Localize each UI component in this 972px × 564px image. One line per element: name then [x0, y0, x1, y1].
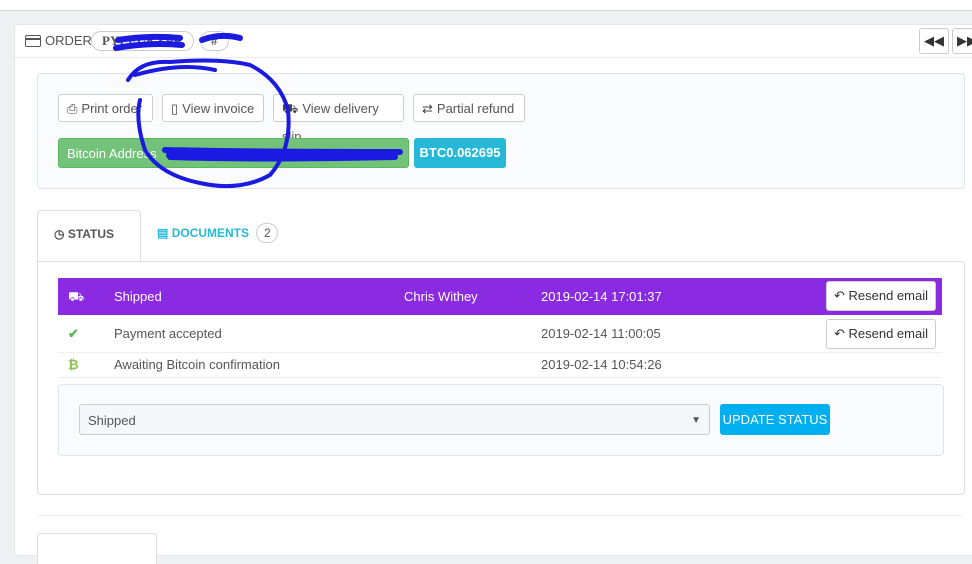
bottom-tab: [37, 533, 157, 564]
print-order-label: Print order: [81, 101, 143, 116]
order-nav: ◀◀ ▶▶: [919, 28, 972, 54]
order-tabs: ◷ STATUS 3 ▤ DOCUMENTS 2: [37, 210, 963, 290]
resend-email-label: Resend email: [848, 326, 929, 341]
file-icon: ▯: [171, 101, 179, 116]
history-date: 2019-02-14 11:00:05: [541, 326, 661, 341]
tab-documents[interactable]: ▤ DOCUMENTS 2: [157, 210, 279, 262]
partial-refund-button[interactable]: ⇄ Partial refund: [413, 94, 525, 122]
truck-icon: ⛟: [68, 289, 85, 304]
history-date: 2019-02-14 17:01:37: [541, 289, 662, 304]
divider: [37, 515, 963, 516]
credit-card-icon: [25, 34, 41, 47]
reply-icon: ↶: [833, 326, 845, 341]
update-status-button[interactable]: UPDATE STATUS: [720, 404, 830, 435]
table-row: ₿ Awaiting Bitcoin confirmation 2019-02-…: [58, 353, 942, 378]
order-actions-well: ⎙ Print order ▯ View invoice ⛟ View deliver…: [37, 73, 965, 189]
resend-email-label: Resend email: [848, 288, 929, 303]
tab-status-label: STATUS: [67, 227, 115, 241]
history-date: 2019-02-14 10:54:26: [541, 357, 662, 372]
history-status: Payment accepted: [114, 326, 222, 341]
status-update-form: Shipped ▼ UPDATE STATUS: [58, 384, 944, 456]
resend-email-button[interactable]: ↶ Resend email: [826, 319, 936, 349]
order-panel: ORDER PYEEUKYPR # ◀◀ ▶▶ ⎙Print order ▯Vi…: [14, 24, 972, 564]
print-order-button[interactable]: ⎙ Print order: [58, 94, 153, 122]
check-icon: ✔: [68, 326, 79, 341]
truck-icon: ⛟: [282, 101, 299, 116]
order-label: ORDER: [45, 33, 92, 48]
order-title: ORDER: [25, 33, 92, 48]
reply-icon: ↶: [833, 288, 845, 303]
order-number-badge: #: [200, 31, 229, 51]
caret-down-icon: ▼: [691, 415, 701, 426]
document-icon: ▤: [157, 226, 169, 240]
resend-email-button[interactable]: ↶ Resend email: [826, 281, 936, 311]
previous-order-button[interactable]: ◀◀: [919, 28, 949, 54]
order-reference-badge: PYEEUKYPR: [91, 31, 194, 51]
order-status-select[interactable]: Shipped ▼: [79, 404, 710, 435]
view-invoice-label: View invoice: [182, 101, 255, 116]
next-order-button[interactable]: ▶▶: [952, 28, 972, 54]
redacted-address: [166, 150, 367, 159]
partial-refund-label: Partial refund: [436, 101, 515, 116]
history-status: Shipped: [114, 289, 162, 304]
clock-icon: ◷: [54, 227, 65, 241]
printer-icon: ⎙: [67, 101, 78, 116]
bitcoin-icon: ₿: [68, 357, 79, 372]
bitcoin-address-label: Bitcoin Address: [67, 146, 157, 161]
exchange-icon: ⇄: [422, 101, 433, 116]
tab-documents-label: DOCUMENTS: [171, 226, 250, 240]
table-row: ✔ Payment accepted 2019-02-14 11:00:05 ↶…: [58, 316, 942, 353]
table-row: ⛟ Shipped Chris Withey 2019-02-14 17:01:…: [58, 278, 942, 315]
bitcoin-address-button[interactable]: Bitcoin Address: [58, 138, 409, 168]
bitcoin-amount-badge[interactable]: BTC0.062695: [414, 138, 506, 168]
top-strip: [0, 0, 972, 11]
history-employee: Chris Withey: [404, 289, 478, 304]
documents-count-badge: 2: [256, 223, 279, 243]
history-status: Awaiting Bitcoin confirmation: [114, 357, 280, 372]
tab-status[interactable]: ◷ STATUS 3: [37, 210, 141, 290]
order-header: ORDER PYEEUKYPR # ◀◀ ▶▶: [15, 25, 972, 58]
view-delivery-slip-button[interactable]: ⛟ View delivery slip: [273, 94, 404, 144]
order-status-selected: Shipped: [88, 413, 136, 428]
status-tab-panel: ⛟ Shipped Chris Withey 2019-02-14 17:01:…: [37, 261, 965, 495]
view-invoice-button[interactable]: ▯ View invoice: [162, 94, 264, 122]
